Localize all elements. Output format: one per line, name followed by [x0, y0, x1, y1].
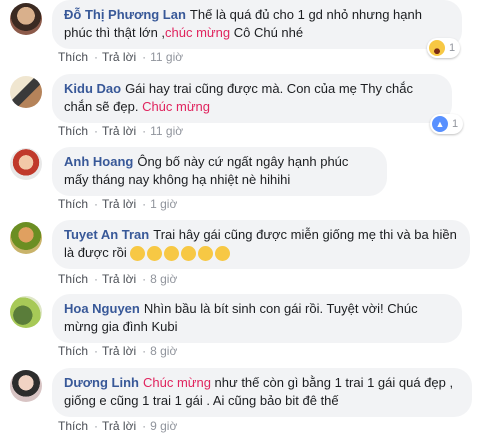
grin-emoji-icon [215, 246, 231, 262]
comment-bubble: Tuyet An Tran Trai hây gái cũng được miễn… [52, 220, 470, 269]
kiss-emoji-icon [147, 246, 163, 262]
emoji-group [130, 246, 232, 262]
comment-bubble: Dương Linh Chúc mừng như thế còn gì bằng … [52, 368, 472, 417]
comment-actions: Thích · Trả lời · 8 giờ [58, 272, 177, 286]
avatar[interactable] [10, 148, 42, 180]
commenter-name[interactable]: Đỗ Thị Phương Lan [64, 7, 186, 22]
like-icon: ▲ [432, 116, 448, 132]
comment-bubble: Kidu Dao Gái hay trai cũng được mà. Con c… [52, 74, 452, 123]
haha-icon [429, 40, 445, 56]
reply-button[interactable]: Trả lời [102, 272, 136, 286]
like-button[interactable]: Thích [58, 197, 88, 211]
comment-actions: Thích · Trả lời · 9 giờ [58, 419, 177, 433]
highlight-text[interactable]: chúc mừng [165, 25, 230, 40]
grin-emoji-icon [198, 246, 214, 262]
like-button[interactable]: Thích [58, 124, 88, 138]
reply-button[interactable]: Trả lời [102, 50, 136, 64]
avatar[interactable] [10, 370, 42, 402]
reply-button[interactable]: Trả lời [102, 124, 136, 138]
separator: · [142, 344, 147, 358]
timestamp[interactable]: 8 giờ [150, 344, 177, 358]
timestamp[interactable]: 1 giờ [150, 197, 177, 211]
reply-button[interactable]: Trả lời [102, 344, 136, 358]
comment-text-end: Cô Chú nhé [230, 25, 304, 40]
separator: · [94, 344, 99, 358]
commenter-name[interactable]: Tuyet An Tran [64, 227, 149, 242]
reaction-count: 1 [449, 42, 456, 54]
comment-bubble: Đỗ Thị Phương Lan Thế là quá đủ cho 1 gd … [52, 0, 462, 49]
comment-actions: Thích · Trả lời · 1 giờ [58, 197, 177, 211]
avatar[interactable] [10, 296, 42, 328]
separator: · [142, 272, 147, 286]
reaction-count: 1 [452, 118, 459, 130]
commenter-name[interactable]: Kidu Dao [64, 81, 121, 96]
comment-bubble: Anh Hoang Ông bố này cứ ngất ngây hạnh ph… [52, 147, 387, 196]
highlight-text[interactable]: Chúc mừng [142, 99, 210, 114]
reply-button[interactable]: Trả lời [102, 197, 136, 211]
kiss-emoji-icon [164, 246, 180, 262]
separator: · [142, 197, 147, 211]
avatar[interactable] [10, 222, 42, 254]
reaction-summary[interactable]: 1 [427, 38, 461, 58]
avatar[interactable] [10, 76, 42, 108]
timestamp[interactable]: 11 giờ [150, 50, 183, 64]
timestamp[interactable]: 9 giờ [150, 419, 177, 433]
separator: · [142, 419, 147, 433]
like-button[interactable]: Thích [58, 419, 88, 433]
reaction-summary[interactable]: ▲ 1 [430, 114, 464, 134]
like-button[interactable]: Thích [58, 344, 88, 358]
commenter-name[interactable]: Anh Hoang [64, 154, 133, 169]
kiss-emoji-icon [130, 246, 146, 262]
comment-bubble: Hoa Nguyen Nhìn bầu là bít sinh con gái r… [52, 294, 462, 343]
timestamp[interactable]: 11 giờ [150, 124, 183, 138]
highlight-text[interactable]: Chúc mừng [143, 375, 211, 390]
separator: · [94, 124, 99, 138]
separator: · [142, 50, 147, 64]
comment-actions: Thích · Trả lời · 11 giờ [58, 124, 183, 138]
separator: · [94, 419, 99, 433]
separator: · [94, 197, 99, 211]
comment-actions: Thích · Trả lời · 8 giờ [58, 344, 177, 358]
like-button[interactable]: Thích [58, 50, 88, 64]
comment-actions: Thích · Trả lời · 11 giờ [58, 50, 183, 64]
timestamp[interactable]: 8 giờ [150, 272, 177, 286]
avatar[interactable] [10, 3, 42, 35]
reply-button[interactable]: Trả lời [102, 419, 136, 433]
separator: · [94, 50, 99, 64]
grin-emoji-icon [181, 246, 197, 262]
commenter-name[interactable]: Hoa Nguyen [64, 301, 140, 316]
separator: · [142, 124, 147, 138]
commenter-name[interactable]: Dương Linh [64, 375, 139, 390]
like-button[interactable]: Thích [58, 272, 88, 286]
separator: · [94, 272, 99, 286]
